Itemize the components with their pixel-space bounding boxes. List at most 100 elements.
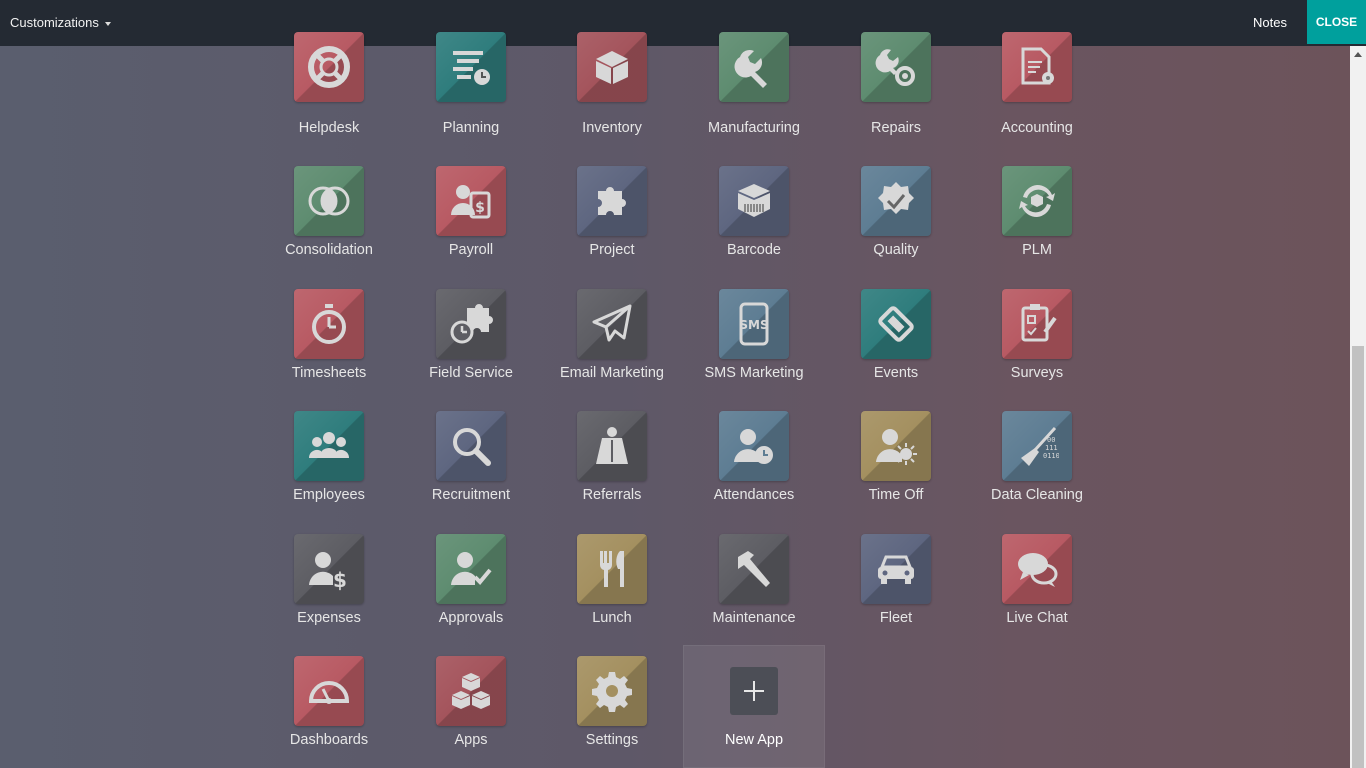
- app-label: Live Chat: [1006, 610, 1068, 626]
- hammer-icon: [719, 534, 789, 604]
- chat-bubbles-icon: [1002, 534, 1072, 604]
- app-label: Time Off: [868, 487, 924, 503]
- fork-knife-icon: [577, 534, 647, 604]
- app-tile-time-off[interactable]: Time Off: [825, 411, 967, 533]
- scrollbar-thumb[interactable]: [1352, 346, 1364, 768]
- cubes-icon: [436, 656, 506, 726]
- ticket-icon: [861, 289, 931, 359]
- box-icon: [577, 32, 647, 102]
- scrollbar[interactable]: [1350, 46, 1366, 768]
- app-label: Maintenance: [712, 610, 796, 626]
- app-label: Manufacturing: [708, 120, 800, 136]
- app-tile-manufacturing[interactable]: Manufacturing: [683, 32, 825, 168]
- app-label: Events: [873, 365, 919, 381]
- app-tile-inventory[interactable]: Inventory: [541, 32, 683, 168]
- field-service-icon: [436, 289, 506, 359]
- planning-icon: [436, 32, 506, 102]
- sms-phone-icon: SMS: [719, 289, 789, 359]
- app-tile-referrals[interactable]: Referrals: [541, 411, 683, 533]
- svg-text:00: 00: [1047, 436, 1055, 444]
- svg-text:$: $: [475, 200, 485, 216]
- app-tile-surveys[interactable]: Surveys: [966, 289, 1108, 411]
- new-app-label: New App: [724, 732, 784, 748]
- app-tile-accounting[interactable]: Accounting: [966, 32, 1108, 168]
- app-label: Recruitment: [431, 487, 511, 503]
- app-label: Planning: [442, 120, 500, 136]
- app-tile-payroll[interactable]: $ Payroll: [400, 166, 542, 288]
- app-label: Field Service: [429, 365, 513, 381]
- app-label: Helpdesk: [298, 120, 360, 136]
- lifebuoy-icon: [294, 32, 364, 102]
- repair-tools-icon: [861, 32, 931, 102]
- app-tile-email-marketing[interactable]: Email Marketing: [541, 289, 683, 411]
- app-tile-employees[interactable]: Employees: [258, 411, 400, 533]
- app-label: Employees: [293, 487, 365, 503]
- user-clock-icon: [719, 411, 789, 481]
- app-tile-sms-marketing[interactable]: SMS SMS Marketing: [683, 289, 825, 411]
- app-tile-field-service[interactable]: Field Service: [400, 289, 542, 411]
- app-tile-repairs[interactable]: Repairs: [825, 32, 967, 168]
- app-tile-consolidation[interactable]: Consolidation: [258, 166, 400, 288]
- app-label: Email Marketing: [560, 365, 664, 381]
- app-label: Timesheets: [291, 365, 367, 381]
- app-label: Barcode: [726, 242, 781, 258]
- hero-cape-icon: [577, 411, 647, 481]
- app-label: Data Cleaning: [991, 487, 1083, 503]
- app-tile-lunch[interactable]: Lunch: [541, 534, 683, 656]
- app-tile-quality[interactable]: Quality: [825, 166, 967, 288]
- app-tile-helpdesk[interactable]: Helpdesk: [258, 32, 400, 168]
- car-icon: [861, 534, 931, 604]
- puzzle-icon: [577, 166, 647, 236]
- new-app-button[interactable]: New App: [683, 645, 825, 768]
- app-tile-apps[interactable]: Apps: [400, 656, 542, 768]
- app-tile-data-cleaning[interactable]: 00 111 0110 Data Cleaning: [966, 411, 1108, 533]
- barcode-box-icon: [719, 166, 789, 236]
- user-check-icon: [436, 534, 506, 604]
- app-tile-project[interactable]: Project: [541, 166, 683, 288]
- svg-text:111: 111: [1045, 444, 1058, 452]
- wrench-icon: [719, 32, 789, 102]
- quality-badge-icon: [861, 166, 931, 236]
- magnifier-icon: [436, 411, 506, 481]
- app-tile-settings[interactable]: Settings: [541, 656, 683, 768]
- svg-text:SMS: SMS: [739, 318, 768, 332]
- app-label: Attendances: [713, 487, 795, 503]
- app-tile-dashboards[interactable]: Dashboards: [258, 656, 400, 768]
- scroll-up-arrow-icon[interactable]: [1354, 52, 1362, 57]
- app-tile-barcode[interactable]: Barcode: [683, 166, 825, 288]
- app-tile-timesheets[interactable]: Timesheets: [258, 289, 400, 411]
- app-label: Inventory: [582, 120, 642, 136]
- app-tile-planning[interactable]: Planning: [400, 32, 542, 168]
- app-label: Apps: [454, 732, 488, 748]
- app-label: Consolidation: [285, 242, 373, 258]
- app-tile-plm[interactable]: PLM: [966, 166, 1108, 288]
- svg-text:$: $: [333, 568, 347, 591]
- broom-binary-icon: 00 111 0110: [1002, 411, 1072, 481]
- app-label: Lunch: [592, 610, 632, 626]
- app-label: Repairs: [871, 120, 921, 136]
- plus-icon: [744, 681, 764, 701]
- app-tile-live-chat[interactable]: Live Chat: [966, 534, 1108, 656]
- app-label: PLM: [1022, 242, 1052, 258]
- document-gear-icon: [1002, 32, 1072, 102]
- payroll-icon: $: [436, 166, 506, 236]
- app-label: Fleet: [879, 610, 913, 626]
- app-label: Surveys: [1010, 365, 1064, 381]
- paper-plane-icon: [577, 289, 647, 359]
- app-label: Quality: [873, 242, 919, 258]
- app-tile-events[interactable]: Events: [825, 289, 967, 411]
- app-label: Settings: [585, 732, 639, 748]
- app-tile-expenses[interactable]: $ Expenses: [258, 534, 400, 656]
- user-dollar-icon: $: [294, 534, 364, 604]
- app-tile-recruitment[interactable]: Recruitment: [400, 411, 542, 533]
- people-group-icon: [294, 411, 364, 481]
- user-sun-icon: [861, 411, 931, 481]
- app-tile-fleet[interactable]: Fleet: [825, 534, 967, 656]
- app-tile-approvals[interactable]: Approvals: [400, 534, 542, 656]
- cycle-cube-icon: [1002, 166, 1072, 236]
- gauge-icon: [294, 656, 364, 726]
- gear-icon: [577, 656, 647, 726]
- app-tile-maintenance[interactable]: Maintenance: [683, 534, 825, 656]
- app-label: Accounting: [1001, 120, 1073, 136]
- app-tile-attendances[interactable]: Attendances: [683, 411, 825, 533]
